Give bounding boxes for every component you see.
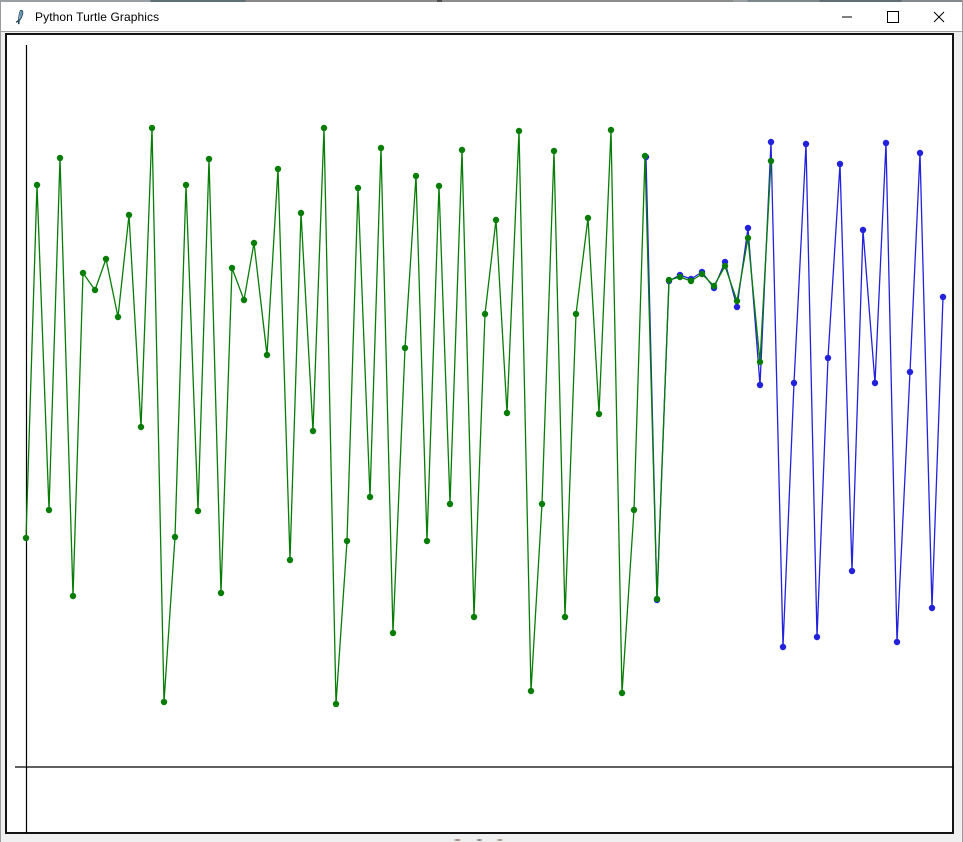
window-controls	[824, 2, 962, 31]
minimize-button[interactable]	[824, 2, 870, 31]
turtle-graphics-window: Python Turtle Graphics	[0, 0, 963, 842]
window-top-edge-artifact	[1, 0, 963, 2]
turtle-canvas[interactable]	[5, 33, 954, 834]
titlebar[interactable]: Python Turtle Graphics	[1, 2, 962, 31]
close-button[interactable]	[916, 2, 962, 31]
close-icon	[916, 2, 962, 31]
minimize-icon	[824, 2, 870, 31]
window-title: Python Turtle Graphics	[35, 10, 159, 24]
canvas-frame	[1, 32, 962, 842]
titlebar-divider	[1, 31, 962, 32]
maximize-icon	[870, 2, 916, 31]
python-feather-icon	[12, 9, 28, 25]
bottom-edge-artifact	[453, 839, 513, 841]
maximize-button[interactable]	[870, 2, 916, 31]
